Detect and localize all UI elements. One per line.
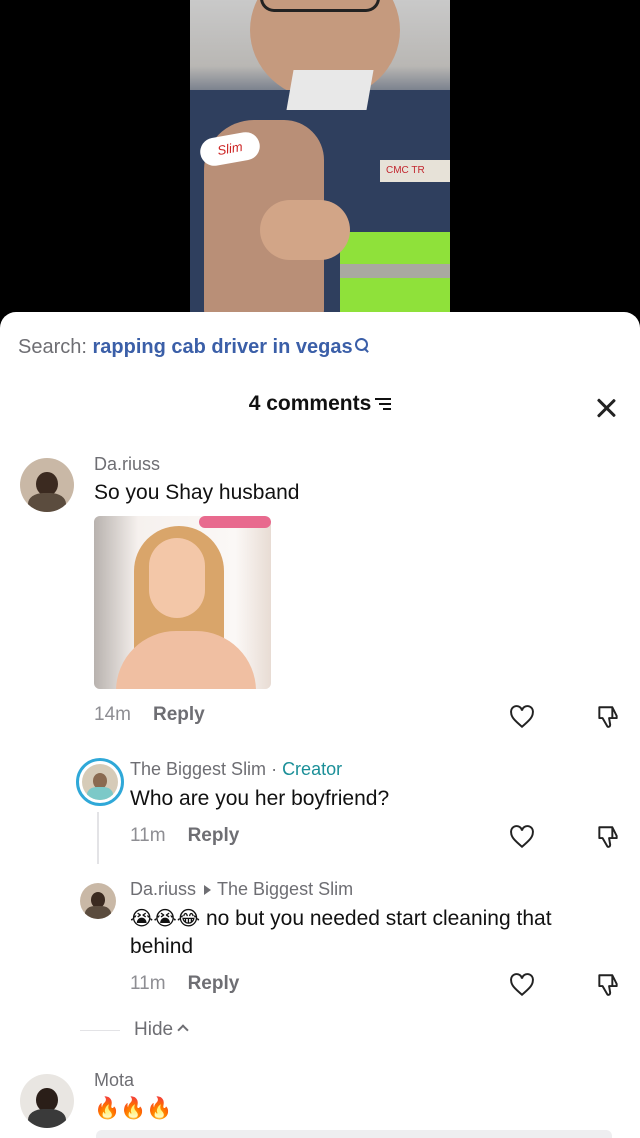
comment-username[interactable]: Mota — [94, 1070, 134, 1091]
comment-meta: 14m Reply — [94, 704, 205, 726]
comment-input-bar[interactable] — [96, 1130, 612, 1138]
username-separator: · — [266, 759, 283, 779]
chevron-up-icon — [177, 1024, 189, 1036]
video-shirt-logo: CMC TR — [380, 160, 450, 182]
reply-arrow-icon — [204, 885, 212, 896]
comment-gif[interactable] — [94, 516, 271, 689]
heart-icon[interactable] — [509, 705, 535, 729]
close-icon[interactable] — [594, 396, 618, 420]
comment-meta: 11m Reply — [130, 973, 239, 995]
comments-count-title: 4 comments — [248, 392, 372, 415]
search-suggestion[interactable]: Search: rapping cab driver in vegas — [18, 336, 369, 359]
video-collar — [286, 70, 374, 110]
comment-time: 11m — [130, 825, 166, 846]
emoji-text: 😭😭😂 — [130, 908, 201, 930]
comment-meta: 11m Reply — [130, 825, 239, 847]
comment-time: 11m — [130, 973, 166, 994]
video-glasses — [260, 0, 380, 12]
avatar[interactable] — [20, 1074, 74, 1128]
comment-time: 14m — [94, 704, 131, 725]
hide-label[interactable]: Hide — [134, 1019, 173, 1040]
search-label: Search: — [18, 336, 93, 358]
comment-text: 😭😭😂 no but you needed start cleaning tha… — [130, 905, 620, 961]
reply-username[interactable]: Da.riuss — [130, 879, 196, 899]
heart-icon[interactable] — [509, 973, 535, 997]
avatar[interactable] — [80, 883, 116, 919]
thread-line — [97, 812, 99, 864]
comment-username: The Biggest Slim · Creator — [130, 759, 342, 780]
comment-text: 🔥🔥🔥 — [94, 1097, 173, 1120]
divider — [80, 1030, 120, 1032]
video-frame: CMC TR Slim — [190, 0, 450, 330]
reply-button[interactable]: Reply — [153, 704, 205, 725]
hide-replies-button[interactable]: Hide — [80, 1019, 189, 1041]
dislike-icon[interactable] — [595, 704, 621, 730]
dislike-icon[interactable] — [595, 972, 621, 998]
comment-username[interactable]: Da.riuss — [94, 454, 160, 475]
comments-sheet: Search: rapping cab driver in vegas 4 co… — [0, 312, 640, 1138]
heart-icon[interactable] — [509, 825, 535, 849]
comment-username: Da.riuss The Biggest Slim — [130, 879, 353, 900]
reply-button[interactable]: Reply — [188, 825, 240, 846]
reply-button[interactable]: Reply — [188, 973, 240, 994]
search-icon — [354, 338, 369, 352]
comment-text: So you Shay husband — [94, 481, 300, 504]
avatar[interactable] — [20, 458, 74, 512]
video-finger — [260, 200, 350, 260]
search-query-link[interactable]: rapping cab driver in vegas — [92, 336, 352, 358]
comment-text: Who are you her boyfriend? — [130, 787, 390, 810]
video-player[interactable]: CMC TR Slim — [0, 0, 640, 330]
sort-filter-icon[interactable] — [375, 398, 392, 411]
replied-to-username[interactable]: The Biggest Slim — [217, 879, 353, 899]
dislike-icon[interactable] — [595, 824, 621, 850]
comments-header: 4 comments — [0, 392, 640, 416]
creator-username[interactable]: The Biggest Slim — [130, 759, 266, 779]
creator-badge: Creator — [282, 759, 343, 779]
creator-avatar[interactable] — [76, 758, 124, 806]
video-vest-stripe — [340, 264, 450, 278]
